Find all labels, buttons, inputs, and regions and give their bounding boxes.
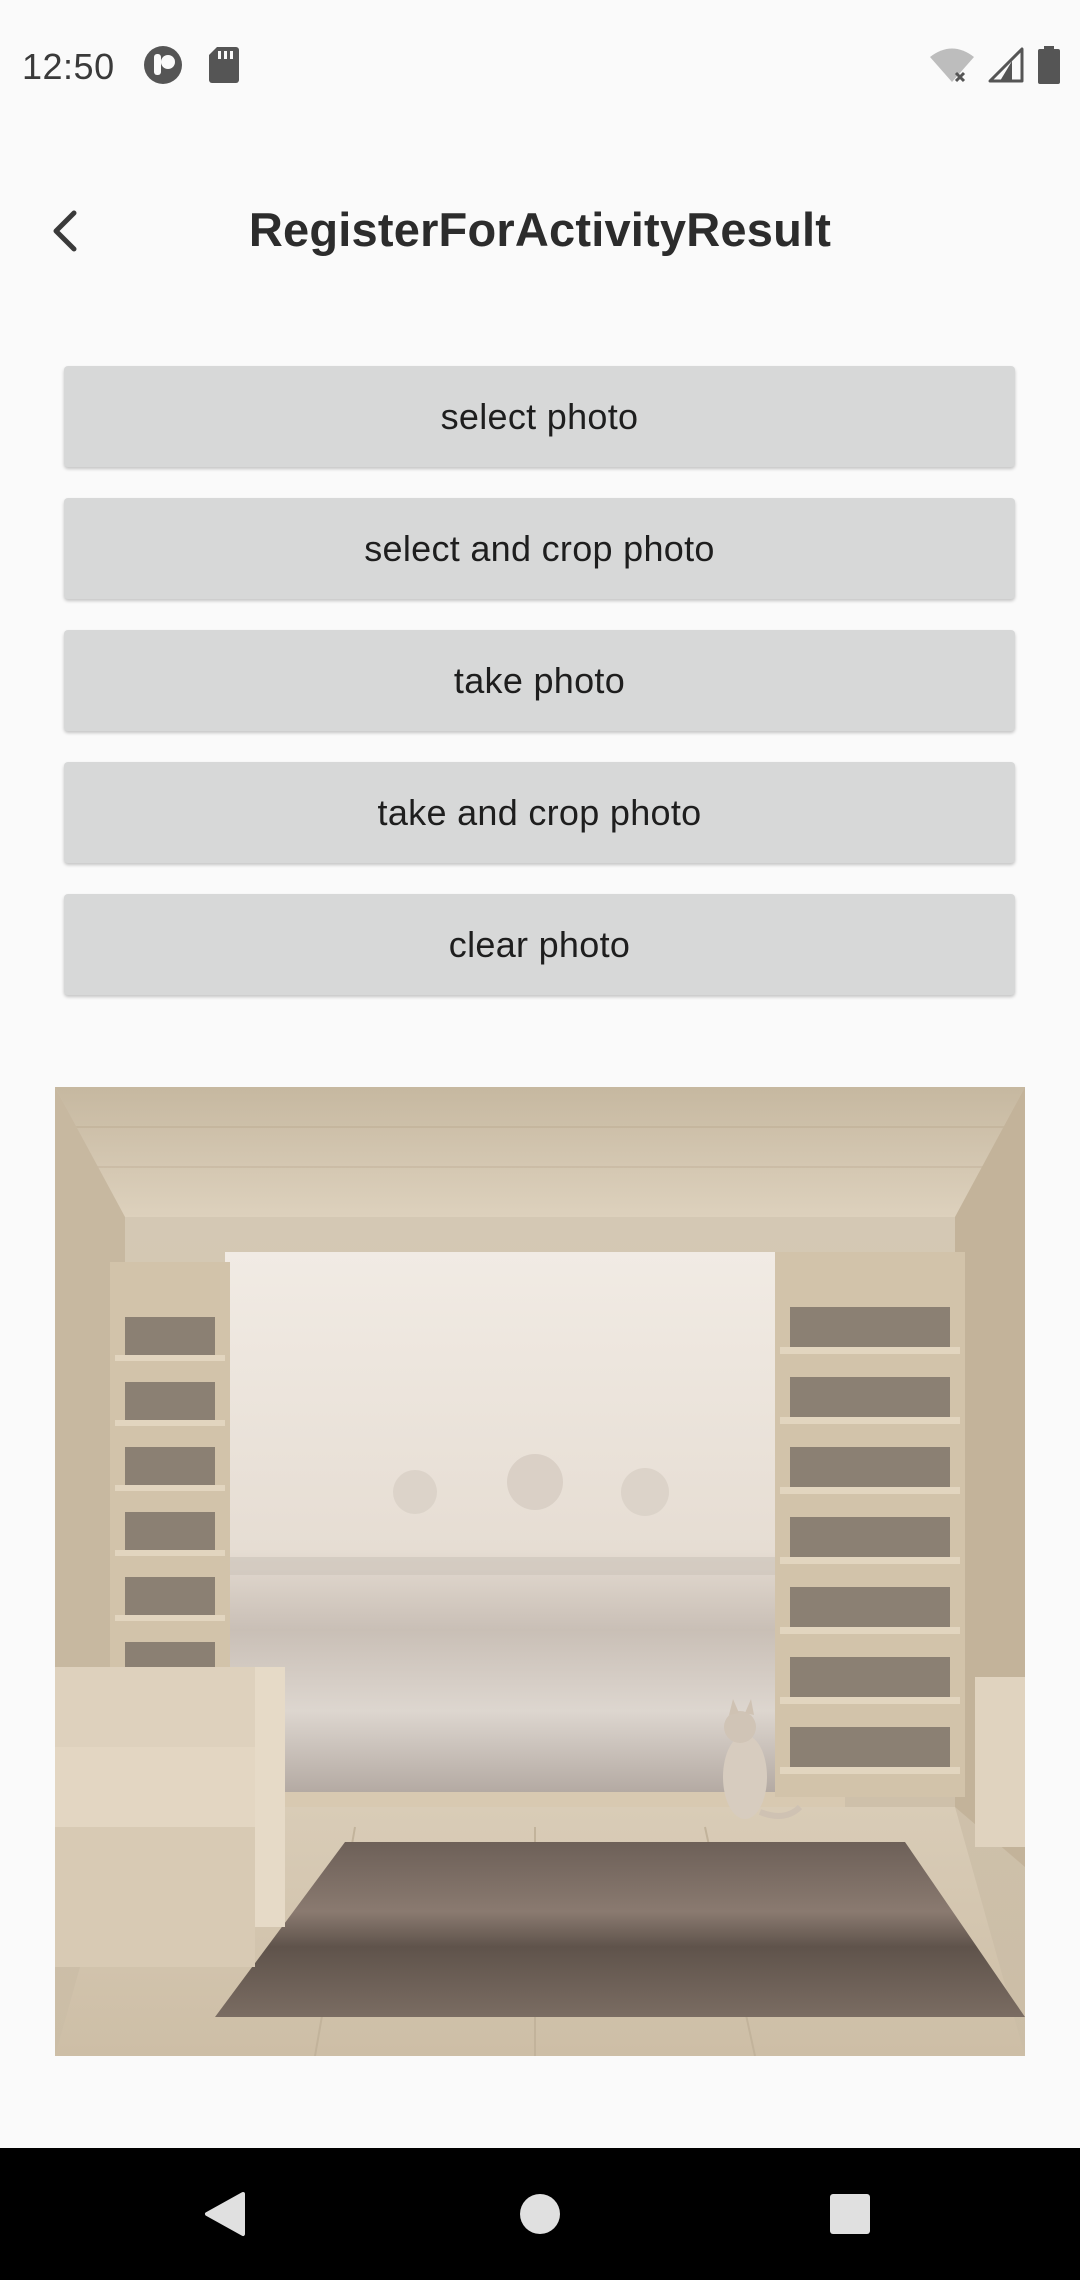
clear-photo-button[interactable]: clear photo: [64, 894, 1015, 995]
photo-preview: [55, 1087, 1025, 2056]
select-photo-button[interactable]: select photo: [64, 366, 1015, 467]
take-photo-button[interactable]: take photo: [64, 630, 1015, 731]
status-time: 12:50: [22, 46, 115, 87]
status-bar: 12:50: [0, 0, 1080, 134]
app-notification-icon: [143, 45, 183, 90]
wifi-icon: [930, 46, 974, 89]
sd-card-icon: [208, 46, 239, 88]
nav-back-button[interactable]: [145, 2148, 305, 2280]
square-recents-icon: [830, 2194, 870, 2234]
battery-icon: [1038, 46, 1060, 89]
status-right-icons: [930, 46, 1060, 89]
screen: 12:50 RegisterForActivityResult select p…: [0, 0, 1080, 2280]
nav-home-button[interactable]: [460, 2148, 620, 2280]
toolbar: RegisterForActivityResult: [0, 176, 1080, 292]
navigation-bar: [0, 2148, 1080, 2280]
nav-recents-button[interactable]: [770, 2148, 930, 2280]
triangle-back-icon: [205, 2192, 245, 2236]
take-and-crop-photo-button[interactable]: take and crop photo: [64, 762, 1015, 863]
cellular-signal-icon: [988, 47, 1024, 88]
page-title: RegisterForActivityResult: [248, 203, 832, 256]
circle-home-icon: [520, 2194, 560, 2234]
status-left-icons: [143, 45, 239, 90]
select-and-crop-photo-button[interactable]: select and crop photo: [64, 498, 1015, 599]
